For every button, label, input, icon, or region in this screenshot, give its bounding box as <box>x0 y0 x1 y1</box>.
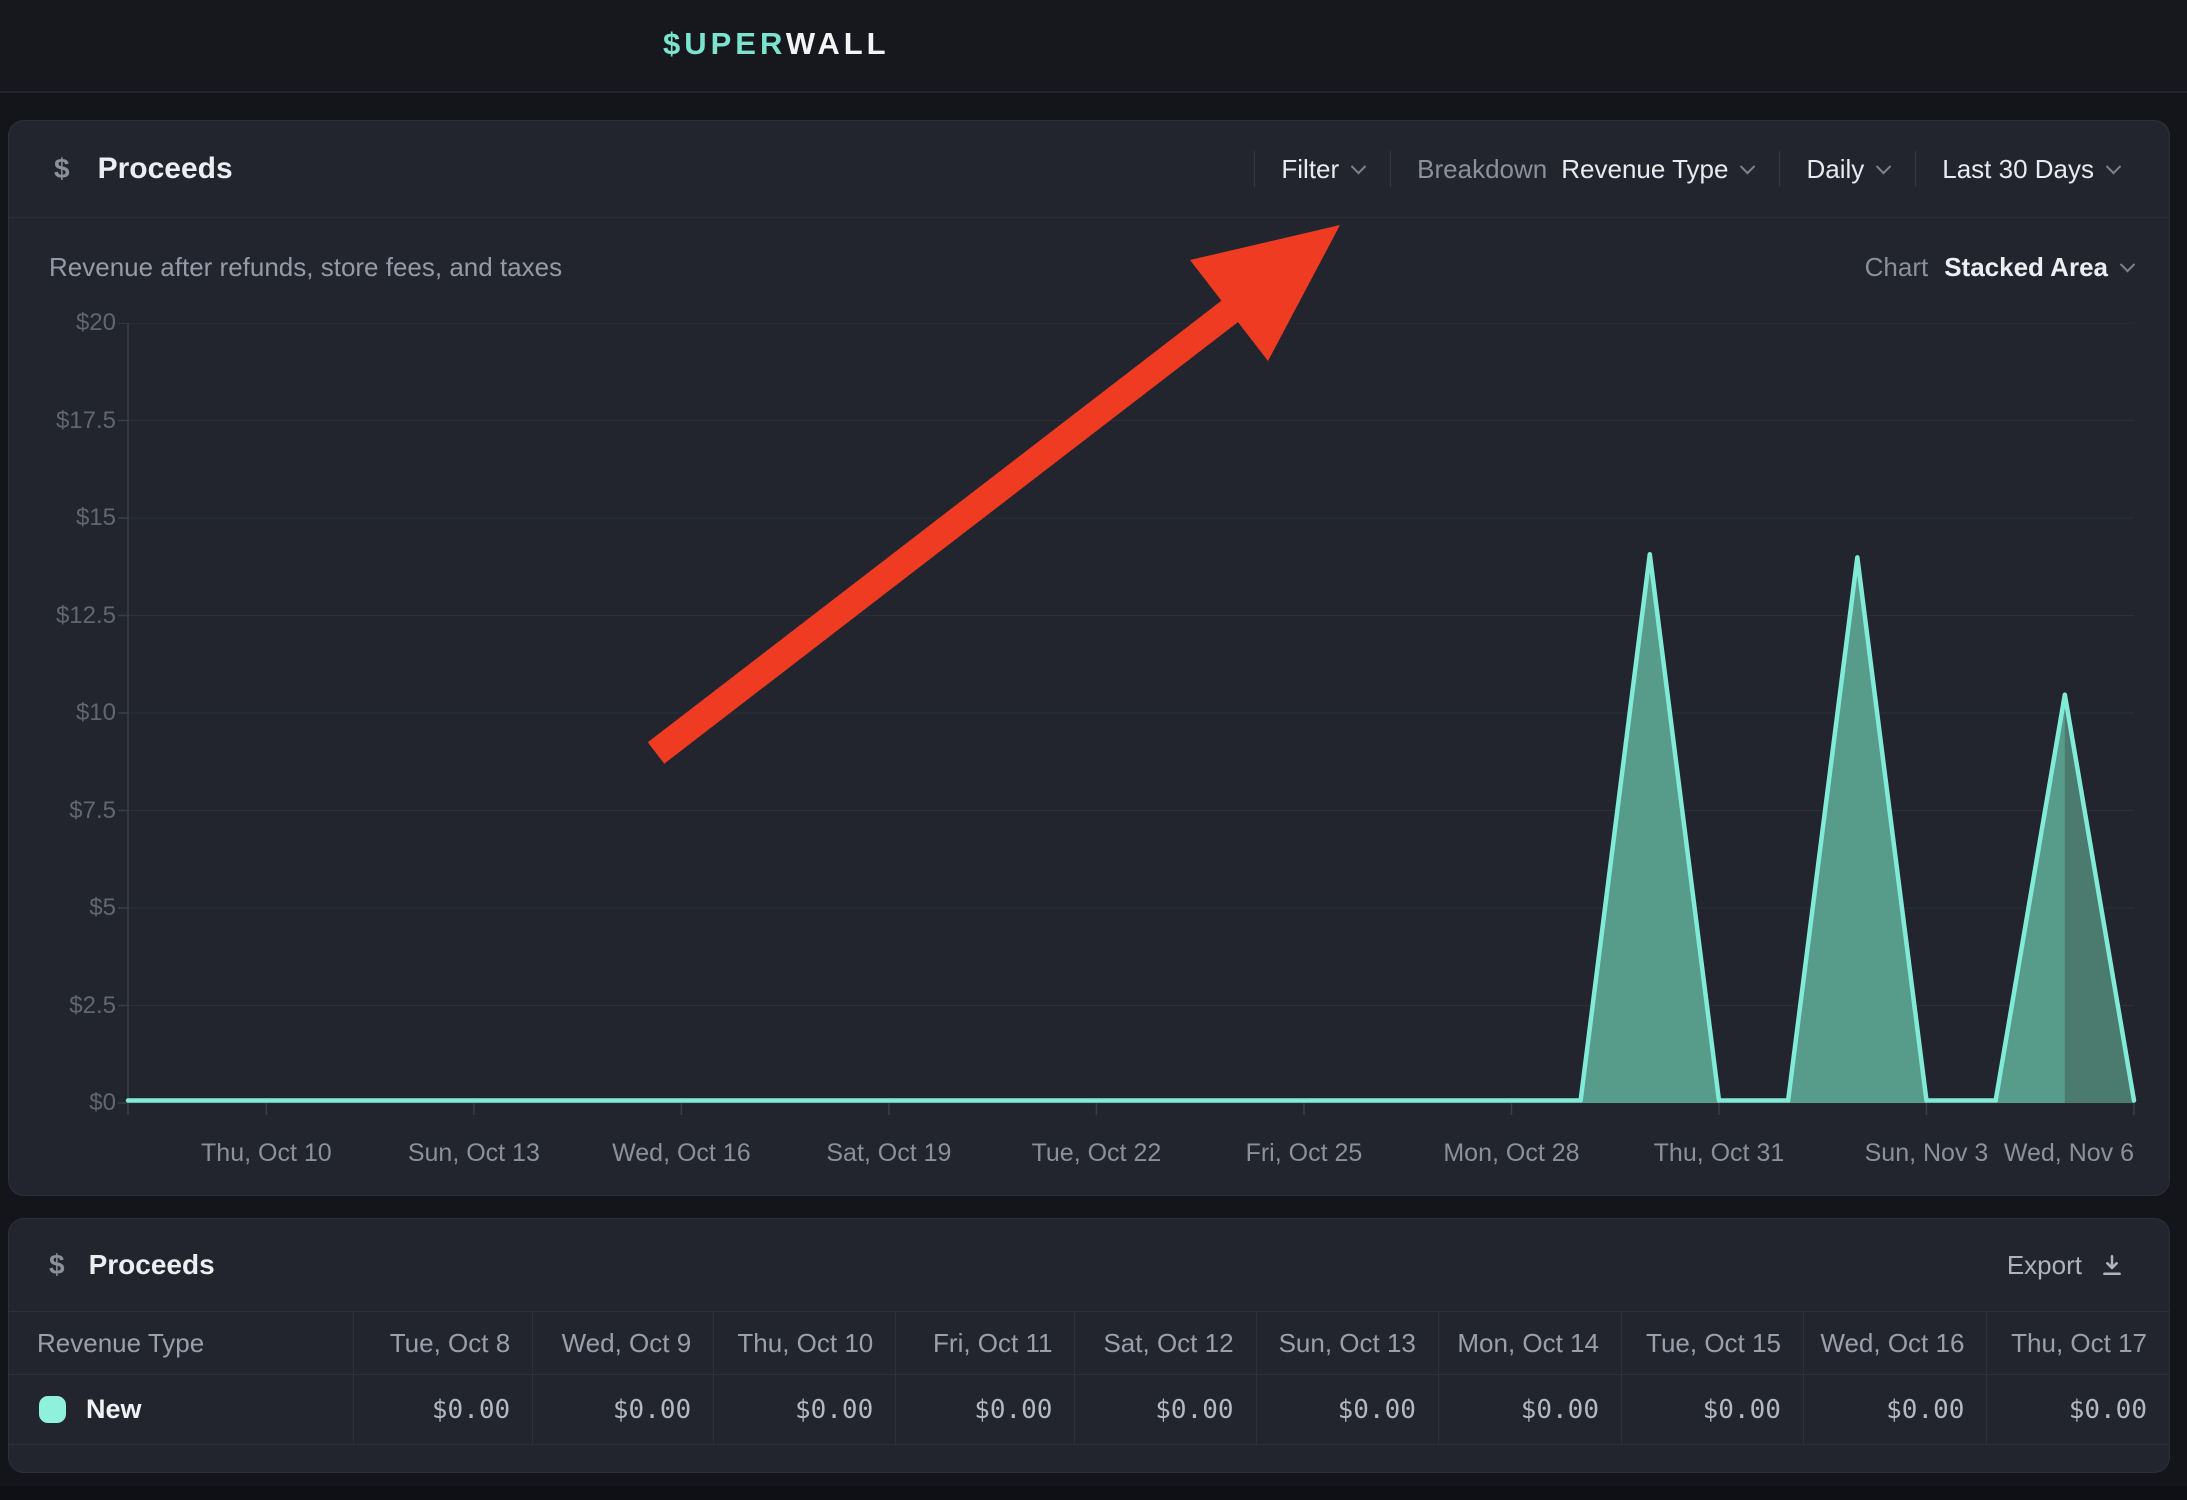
y-axis-label: $20 <box>9 308 116 338</box>
table-header-cell: Sun, Oct 13 <box>1256 1312 1438 1375</box>
table-cell-value: $0.00 <box>1621 1375 1803 1445</box>
y-axis-label: $0 <box>9 1088 116 1118</box>
proceeds-table-panel: $ Proceeds Export Revenue TypeTue, Oct 8… <box>8 1218 2170 1473</box>
export-button[interactable]: Export <box>2007 1250 2126 1281</box>
breakdown-dropdown[interactable]: Breakdown Revenue Type <box>1391 154 1779 185</box>
revenue-table: Revenue TypeTue, Oct 8Wed, Oct 9Thu, Oct… <box>9 1311 2169 1445</box>
series-swatch <box>39 1396 66 1423</box>
superwall-logo: $UPERWALL <box>663 26 890 62</box>
chart-panel-header: $ Proceeds Filter Breakdown Revenue Type… <box>9 121 2169 218</box>
x-axis-label: Mon, Oct 28 <box>1401 1137 1621 1169</box>
x-axis-label: Tue, Oct 22 <box>986 1137 1206 1169</box>
table-row: New$0.00$0.00$0.00$0.00$0.00$0.00$0.00$0… <box>9 1375 2169 1445</box>
chevron-down-icon <box>2106 158 2122 174</box>
table-cell-value: $0.00 <box>1256 1375 1438 1445</box>
chart-type-value: Stacked Area <box>1944 249 2108 285</box>
table-cell-value: $0.00 <box>1075 1375 1256 1445</box>
logo-accent: $UPER <box>663 26 786 61</box>
x-axis-label: Wed, Oct 16 <box>571 1137 791 1169</box>
x-axis-label: Wed, Nov 6 <box>1914 1137 2134 1169</box>
y-axis-label: $10 <box>9 698 116 728</box>
table-cell-value: $0.00 <box>1987 1375 2169 1445</box>
date-range-dropdown[interactable]: Last 30 Days <box>1916 154 2119 185</box>
table-header-cell: Fri, Oct 11 <box>896 1312 1075 1375</box>
table-panel-header: $ Proceeds Export <box>9 1219 2169 1311</box>
table-header-cell: Wed, Oct 16 <box>1803 1312 1987 1375</box>
panel-title: Proceeds <box>89 1249 215 1281</box>
dollar-icon: $ <box>49 1249 65 1281</box>
stacked-area-chart <box>116 323 2146 1135</box>
area-series-fill <box>128 554 2134 1103</box>
table-header-cell: Sat, Oct 12 <box>1075 1312 1256 1375</box>
table-cell-value: $0.00 <box>1438 1375 1621 1445</box>
granularity-dropdown[interactable]: Daily <box>1780 154 1915 185</box>
dollar-icon: $ <box>54 153 70 185</box>
table-header-cell: Mon, Oct 14 <box>1438 1312 1621 1375</box>
download-icon <box>2098 1251 2126 1279</box>
table-cell-value: $0.00 <box>353 1375 532 1445</box>
table-header-cell: Thu, Oct 10 <box>714 1312 896 1375</box>
table-cell-value: $0.00 <box>1803 1375 1987 1445</box>
table-header-cell: Thu, Oct 17 <box>1987 1312 2169 1375</box>
chart-type-dropdown[interactable]: Chart Stacked Area <box>1865 249 2133 285</box>
chevron-down-icon <box>1351 158 1367 174</box>
chevron-down-icon <box>1740 158 1756 174</box>
table-header-cell: Wed, Oct 9 <box>533 1312 714 1375</box>
filter-dropdown[interactable]: Filter <box>1255 154 1390 185</box>
table-cell-value: $0.00 <box>896 1375 1075 1445</box>
chevron-down-icon <box>1876 158 1892 174</box>
logo-rest: WALL <box>786 26 890 61</box>
breakdown-value: Revenue Type <box>1561 154 1728 185</box>
y-axis-label: $12.5 <box>9 601 116 631</box>
x-axis-label: Sat, Oct 19 <box>779 1137 999 1169</box>
breakdown-label: Breakdown <box>1417 154 1547 185</box>
x-axis-label: Thu, Oct 31 <box>1609 1137 1829 1169</box>
x-axis-label: Sun, Oct 13 <box>364 1137 584 1169</box>
table-header-row: Revenue TypeTue, Oct 8Wed, Oct 9Thu, Oct… <box>9 1312 2169 1375</box>
table-header-cell: Revenue Type <box>9 1312 353 1375</box>
x-axis-label: Thu, Oct 10 <box>156 1137 376 1169</box>
y-axis-label: $7.5 <box>9 796 116 826</box>
chevron-down-icon <box>2120 256 2136 272</box>
proceeds-chart-panel: $ Proceeds Filter Breakdown Revenue Type… <box>8 120 2170 1196</box>
top-navbar: $UPERWALL <box>0 0 2187 93</box>
next-panel-edge <box>0 1486 2187 1500</box>
y-axis-label: $2.5 <box>9 991 116 1021</box>
chart-type-label: Chart <box>1865 249 1929 285</box>
chart-subtitle: Revenue after refunds, store fees, and t… <box>49 249 562 285</box>
table-header-cell: Tue, Oct 15 <box>1621 1312 1803 1375</box>
dashboard: $UPERWALL $ Proceeds Filter Breakdown Re… <box>0 0 2187 1500</box>
y-axis-label: $5 <box>9 893 116 923</box>
y-axis-label: $17.5 <box>9 406 116 436</box>
panel-title: Proceeds <box>98 152 233 186</box>
table-header-cell: Tue, Oct 8 <box>353 1312 532 1375</box>
table-cell-value: $0.00 <box>533 1375 714 1445</box>
x-axis-label: Fri, Oct 25 <box>1194 1137 1414 1169</box>
series-name: New <box>86 1394 142 1425</box>
y-axis-label: $15 <box>9 503 116 533</box>
table-cell-value: $0.00 <box>714 1375 896 1445</box>
